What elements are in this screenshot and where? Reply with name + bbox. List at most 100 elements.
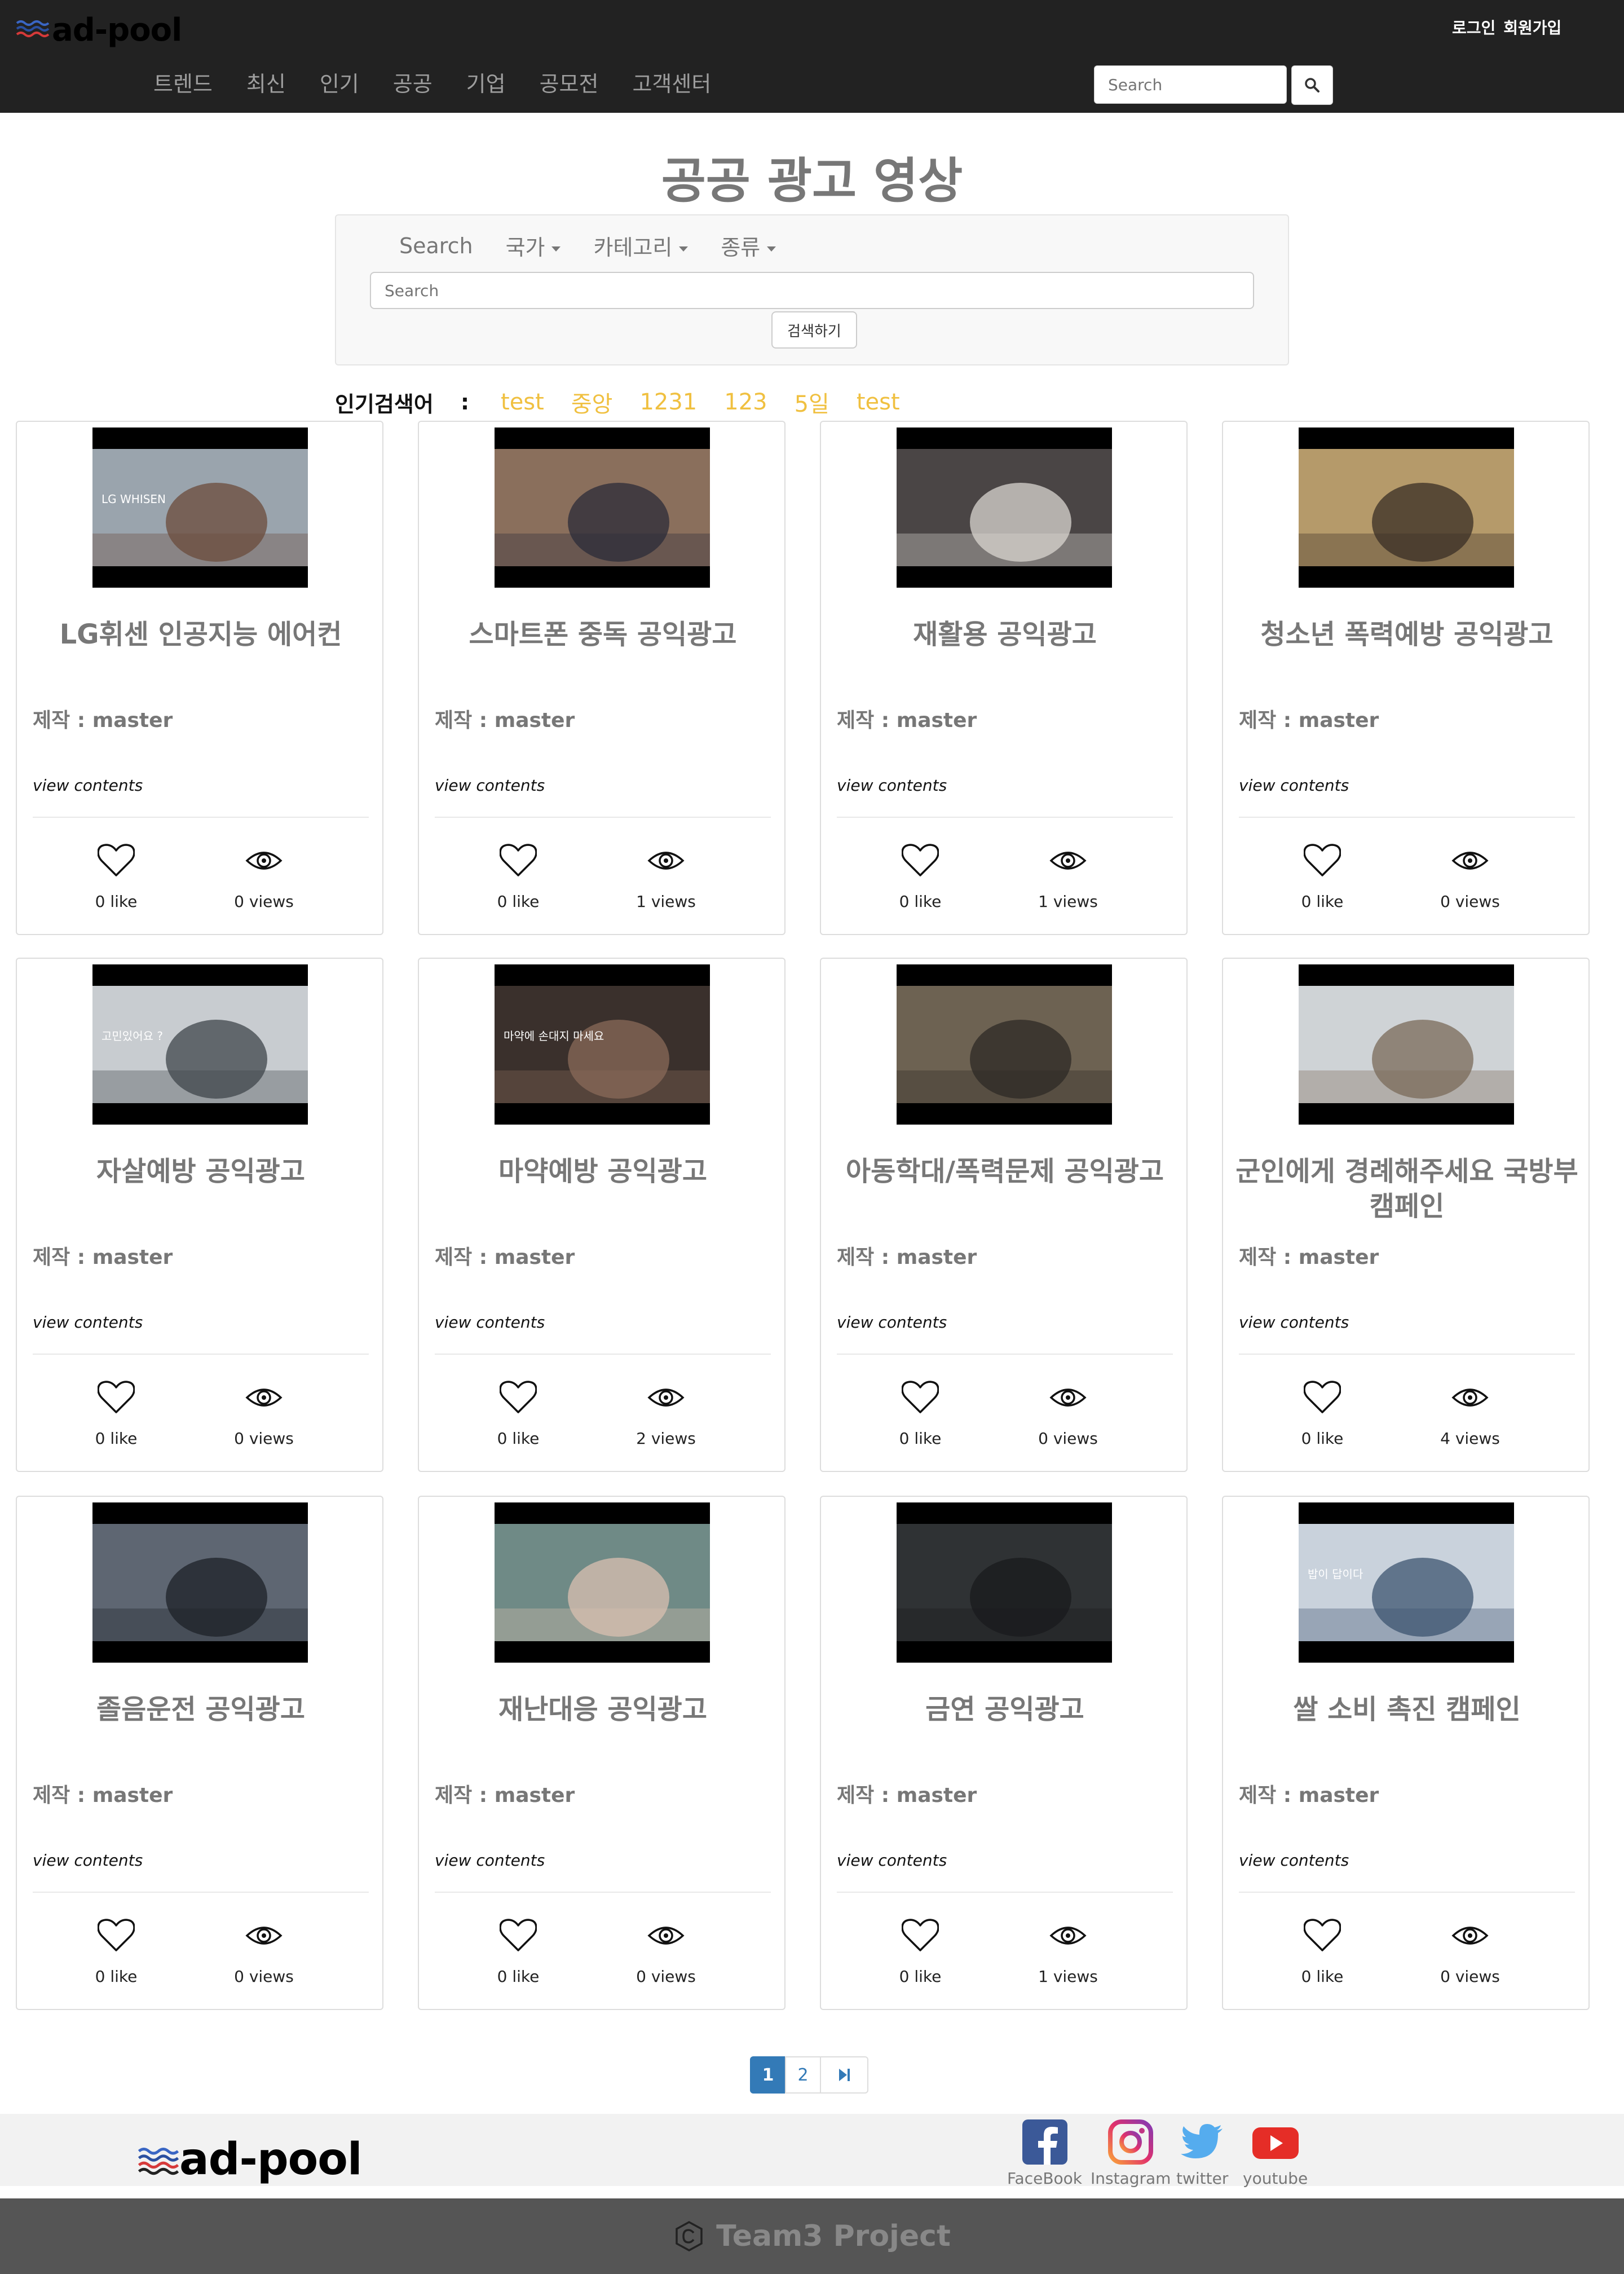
video-card[interactable]: 아동학대/폭력문제 공익광고 제작 : master view contents 0 …	[820, 958, 1188, 1472]
view-contents-link[interactable]: view contents	[435, 1851, 545, 1870]
view-contents-link[interactable]: view contents	[837, 776, 947, 795]
brand-logo[interactable]: ad-pool	[16, 10, 182, 50]
nav-latest[interactable]: 최신	[246, 67, 286, 98]
views-stat: 2 views	[610, 1381, 722, 1448]
video-thumbnail[interactable]: 밥이 답이다	[1299, 1502, 1514, 1663]
filter-category-dropdown[interactable]: 카테고리	[593, 230, 689, 261]
view-contents-link[interactable]: view contents	[33, 776, 143, 795]
card-title[interactable]: 청소년 폭력예방 공익광고	[1234, 617, 1579, 652]
video-thumbnail[interactable]: LG WHISEN	[92, 428, 308, 588]
nav-support[interactable]: 고객센터	[632, 67, 711, 98]
like-button[interactable]: 0 like	[60, 1919, 173, 1986]
panel-search-input[interactable]	[370, 272, 1254, 309]
view-contents-link[interactable]: view contents	[1239, 1313, 1349, 1332]
filter-country-dropdown[interactable]: 국가	[506, 230, 561, 261]
card-title[interactable]: 재난대응 공익광고	[430, 1692, 775, 1727]
views-stat: 0 views	[1012, 1381, 1124, 1448]
filter-type-dropdown[interactable]: 종류	[721, 230, 776, 261]
like-count: 0 like	[1301, 1429, 1344, 1448]
views-stat: 1 views	[1012, 1919, 1124, 1986]
like-button[interactable]: 0 like	[1266, 1919, 1379, 1986]
nav-search-input[interactable]	[1094, 65, 1287, 104]
page-1-button[interactable]: 1	[750, 2056, 786, 2094]
signup-link[interactable]: 회원가입	[1503, 16, 1561, 38]
like-button[interactable]: 0 like	[864, 1919, 977, 1986]
like-button[interactable]: 0 like	[864, 1381, 977, 1448]
card-title[interactable]: 자살예방 공익광고	[28, 1154, 373, 1189]
nav-public[interactable]: 공공	[393, 67, 433, 98]
eye-icon	[647, 1927, 685, 1945]
view-contents-link[interactable]: view contents	[435, 1313, 545, 1332]
video-card[interactable]: 금연 공익광고 제작 : master view contents 0 like 1 v…	[820, 1496, 1188, 2010]
social-twitter-link[interactable]: twitter	[1176, 2119, 1228, 2188]
video-thumbnail[interactable]: 고민있어요 ?	[92, 964, 308, 1125]
keyword-link[interactable]: 1231	[639, 389, 697, 415]
like-button[interactable]: 0 like	[864, 844, 977, 911]
video-card[interactable]: LG WHISEN LG휘센 인공지능 에어컨 제작 : master view co…	[16, 421, 383, 935]
card-title[interactable]: 금연 공익광고	[832, 1692, 1177, 1727]
card-divider	[435, 1892, 771, 1893]
nav-search-button[interactable]	[1291, 65, 1333, 105]
view-contents-link[interactable]: view contents	[33, 1851, 143, 1870]
video-thumbnail[interactable]: 마약에 손대지 마세요	[495, 964, 710, 1125]
search-label[interactable]: Search	[399, 233, 473, 258]
card-title[interactable]: 쌀 소비 촉진 캠페인	[1234, 1692, 1579, 1727]
video-card[interactable]: 군인에게 경례해주세요 국방부 캠페인 제작 : master view conte…	[1222, 958, 1590, 1472]
view-count: 0 views	[636, 1967, 696, 1986]
video-thumbnail[interactable]	[92, 1502, 308, 1663]
like-button[interactable]: 0 like	[462, 1381, 575, 1448]
video-thumbnail[interactable]	[1299, 964, 1514, 1125]
video-thumbnail[interactable]	[897, 1502, 1112, 1663]
keyword-link[interactable]: 중앙	[571, 386, 613, 418]
nav-corporate[interactable]: 기업	[466, 67, 506, 98]
like-button[interactable]: 0 like	[60, 1381, 173, 1448]
last-page-button[interactable]	[820, 2056, 868, 2094]
video-card[interactable]: 마약에 손대지 마세요 마약예방 공익광고 제작 : master view cont…	[418, 958, 785, 1472]
social-youtube-link[interactable]: youtube	[1243, 2119, 1308, 2188]
video-thumbnail[interactable]	[897, 428, 1112, 588]
video-card[interactable]: 고민있어요 ? 자살예방 공익광고 제작 : master view contents…	[16, 958, 383, 1472]
card-title[interactable]: 아동학대/폭력문제 공익광고	[832, 1154, 1177, 1189]
video-thumbnail[interactable]	[495, 428, 710, 588]
footer-brand-logo[interactable]: ad-pool	[138, 2134, 363, 2185]
page-2-button[interactable]: 2	[785, 2056, 821, 2094]
like-button[interactable]: 0 like	[60, 844, 173, 911]
like-button[interactable]: 0 like	[1266, 1381, 1379, 1448]
video-thumbnail[interactable]	[1299, 428, 1514, 588]
view-contents-link[interactable]: view contents	[837, 1851, 947, 1870]
video-card[interactable]: 스마트폰 중독 공익광고 제작 : master view contents 0 li…	[418, 421, 785, 935]
eye-icon	[1451, 852, 1489, 870]
social-instagram-link[interactable]: Instagram	[1091, 2119, 1171, 2188]
nav-contest[interactable]: 공모전	[540, 67, 599, 98]
like-button[interactable]: 0 like	[1266, 844, 1379, 911]
card-title[interactable]: 졸음운전 공익광고	[28, 1692, 373, 1727]
video-card[interactable]: 졸음운전 공익광고 제작 : master view contents 0 like 0…	[16, 1496, 383, 2010]
like-button[interactable]: 0 like	[462, 844, 575, 911]
like-button[interactable]: 0 like	[462, 1919, 575, 1986]
video-thumbnail[interactable]	[495, 1502, 710, 1663]
keyword-link[interactable]: test	[501, 389, 544, 415]
card-title[interactable]: 마약예방 공익광고	[430, 1154, 775, 1189]
view-contents-link[interactable]: view contents	[1239, 1851, 1349, 1870]
nav-popular[interactable]: 인기	[320, 67, 359, 98]
view-contents-link[interactable]: view contents	[837, 1313, 947, 1332]
view-contents-link[interactable]: view contents	[435, 776, 545, 795]
card-title[interactable]: 군인에게 경례해주세요 국방부 캠페인	[1234, 1154, 1579, 1224]
view-contents-link[interactable]: view contents	[33, 1313, 143, 1332]
keyword-link[interactable]: 123	[724, 389, 767, 415]
nav-trend[interactable]: 트렌드	[153, 67, 213, 98]
card-title[interactable]: 스마트폰 중독 공익광고	[430, 617, 775, 652]
card-title[interactable]: LG휘센 인공지능 에어컨	[28, 617, 373, 652]
keyword-link[interactable]: test	[857, 389, 900, 415]
panel-search-button[interactable]: 검색하기	[771, 311, 857, 349]
keyword-link[interactable]: 5일	[795, 386, 829, 418]
video-card[interactable]: 재난대응 공익광고 제작 : master view contents 0 like 0…	[418, 1496, 785, 2010]
login-link[interactable]: 로그인	[1452, 16, 1495, 38]
card-title[interactable]: 재활용 공익광고	[832, 617, 1177, 652]
video-card[interactable]: 밥이 답이다 쌀 소비 촉진 캠페인 제작 : master view content…	[1222, 1496, 1590, 2010]
video-card[interactable]: 청소년 폭력예방 공익광고 제작 : master view contents 0 l…	[1222, 421, 1590, 935]
video-thumbnail[interactable]	[897, 964, 1112, 1125]
view-contents-link[interactable]: view contents	[1239, 776, 1349, 795]
social-facebook-link[interactable]: FaceBook	[1007, 2119, 1082, 2188]
video-card[interactable]: 재활용 공익광고 제작 : master view contents 0 like 1 …	[820, 421, 1188, 935]
